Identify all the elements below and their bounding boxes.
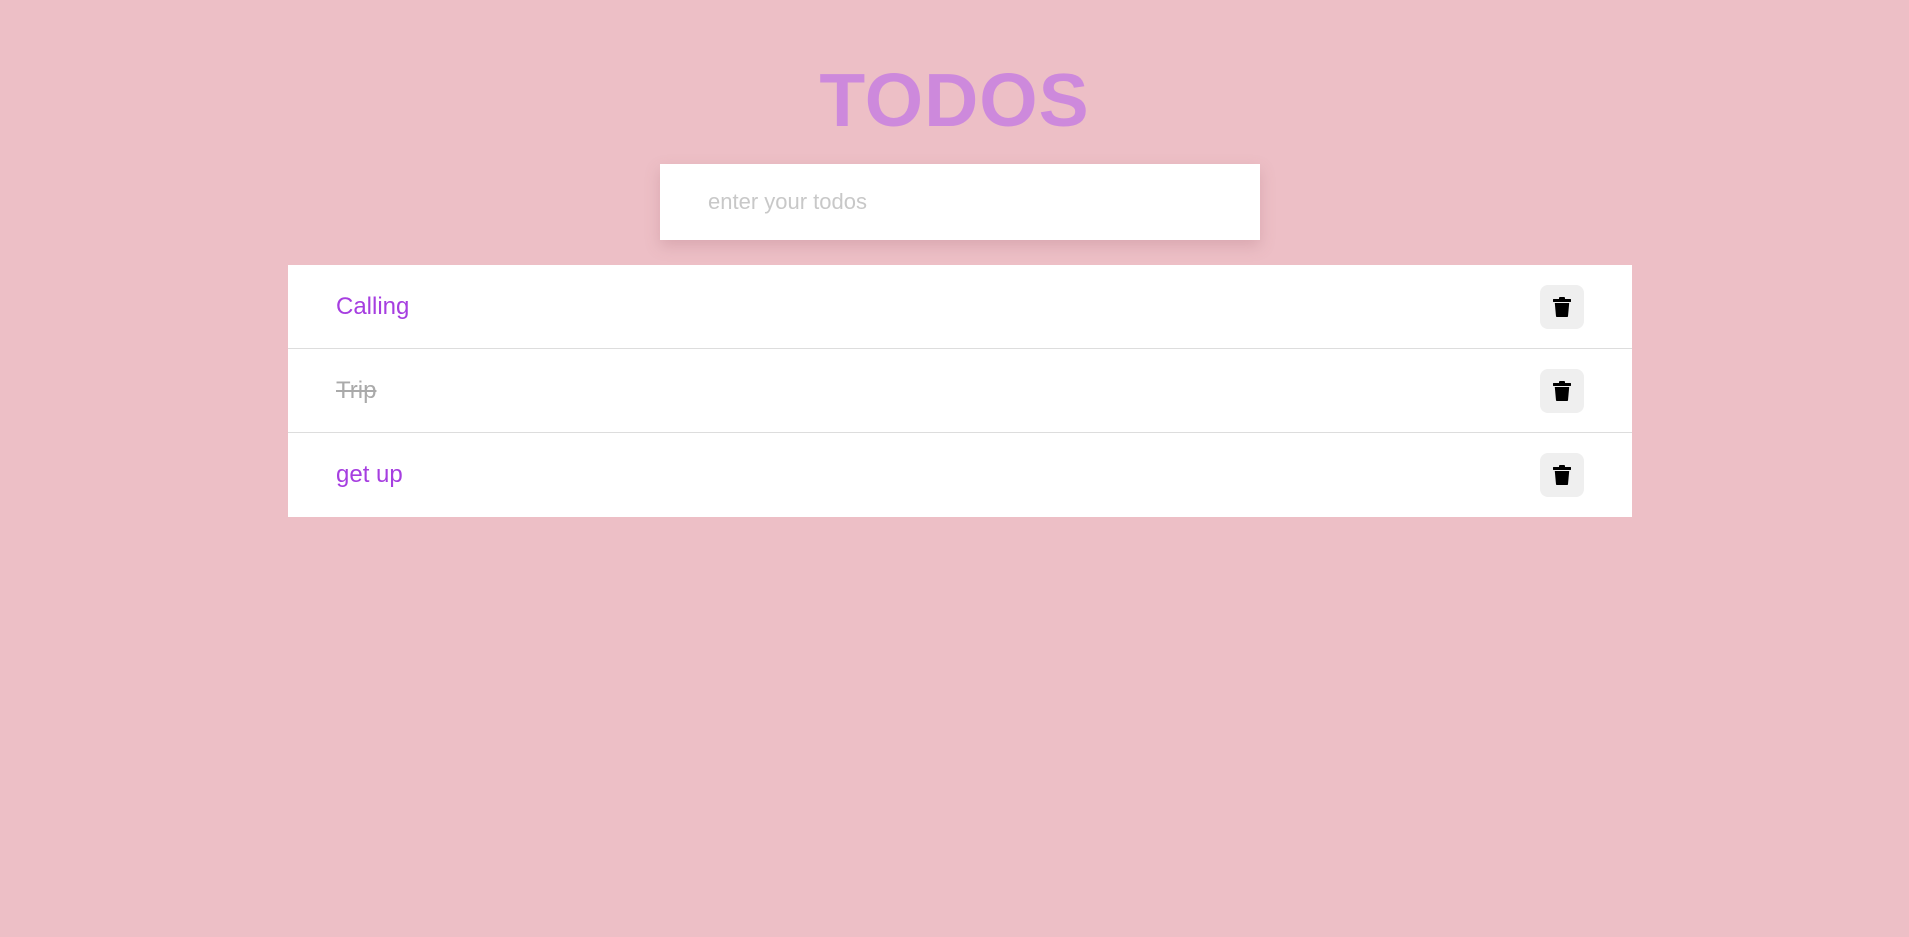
trash-icon [1553,465,1571,485]
delete-button[interactable] [1540,369,1584,413]
todo-item: Calling [288,265,1632,349]
todo-item-text[interactable]: Calling [336,265,409,349]
todo-item: get up [288,433,1632,517]
delete-button[interactable] [1540,453,1584,497]
todo-list: Calling Trip get up [288,265,1632,517]
todo-input[interactable] [660,164,1260,240]
todo-item: Trip [288,349,1632,433]
todo-app: TODOS Calling Trip [0,0,1909,937]
delete-button[interactable] [1540,285,1584,329]
trash-icon [1553,381,1571,401]
todo-item-text[interactable]: get up [336,433,403,517]
todo-input-container [660,164,1260,240]
page-title: TODOS [819,58,1090,142]
todo-item-text[interactable]: Trip [336,349,376,433]
trash-icon [1553,297,1571,317]
